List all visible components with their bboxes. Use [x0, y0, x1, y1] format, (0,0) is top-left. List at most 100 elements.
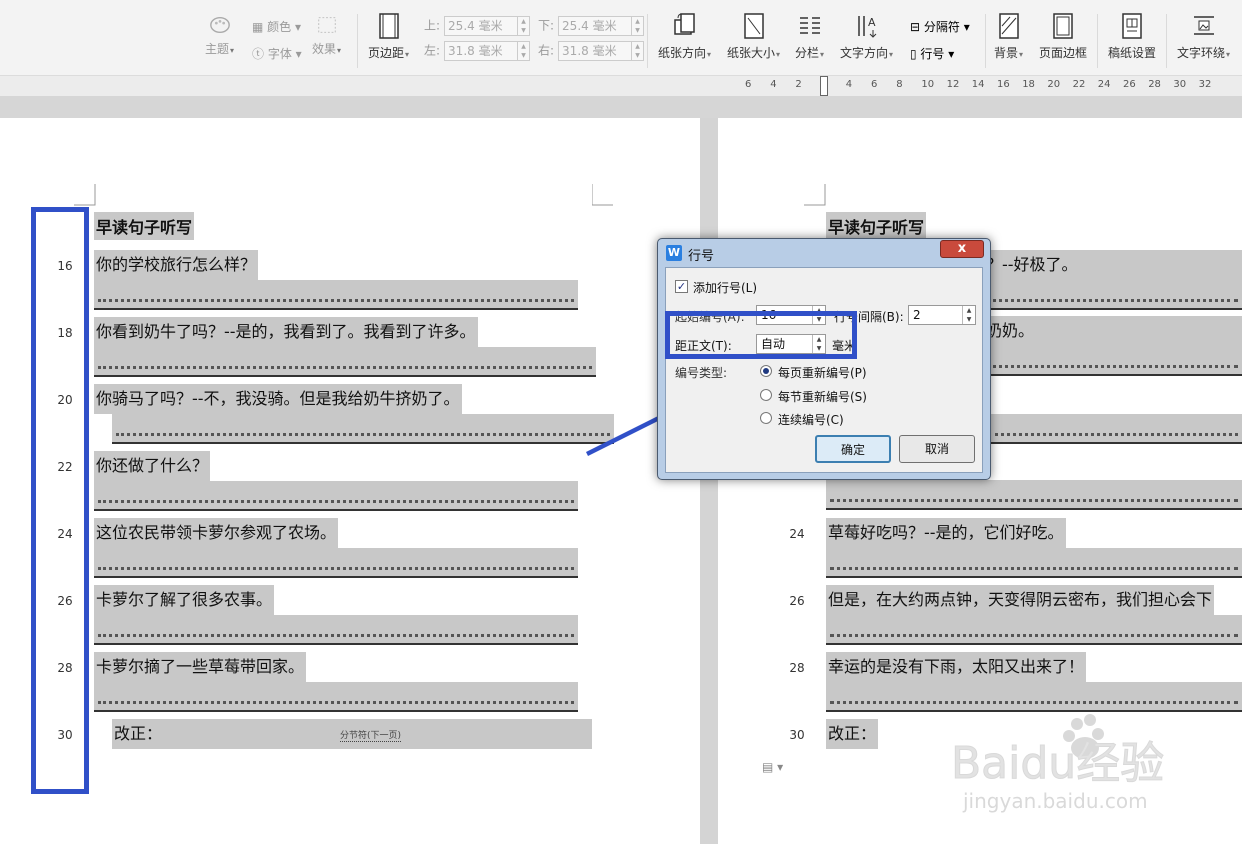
paper-size-icon: [743, 13, 764, 39]
ruler-tick-label: 22: [1072, 79, 1086, 90]
background-label: 背景: [994, 46, 1019, 60]
grid-paper-icon: [1122, 13, 1142, 39]
answer-blank: [826, 548, 1242, 578]
color-label: 颜色: [267, 20, 292, 34]
columns-icon: [799, 17, 820, 34]
dialog-body: ✓ 添加行号(L) 起始编号(A): 16 ▲ ▼ 行号间隔(B): 2 ▲ ▼ 距正文…: [665, 267, 983, 473]
ruler-tick-label: 30: [1173, 79, 1187, 90]
ribbon-divider: [1166, 14, 1167, 68]
background-icon: [998, 13, 1019, 39]
right-margin-value: 31.8 毫米: [562, 44, 617, 58]
continuous-radio[interactable]: [760, 412, 772, 424]
spinner-icon[interactable]: ▲ ▼: [962, 306, 975, 324]
margins-label: 页边距: [368, 46, 405, 60]
cancel-button[interactable]: 取消: [899, 435, 975, 463]
answer-blank: [94, 682, 578, 712]
orientation-icon: [673, 13, 695, 35]
text-direction-button[interactable]: A 文字方向▾: [840, 12, 893, 61]
paper-size-button[interactable]: 纸张大小▾: [727, 12, 780, 61]
restart-section-radio[interactable]: [760, 389, 772, 401]
count-by-value: 2: [913, 308, 921, 322]
sentence-line: 你的学校旅行怎么样？: [94, 250, 259, 280]
sentence-line: 但是，在大约两点钟，天变得阴云密布，我们担心会下: [826, 585, 1215, 615]
answer-blank: [94, 280, 578, 310]
restart-page-label: 每页重新编号(P): [778, 366, 867, 380]
effect-label: 效果: [312, 42, 337, 56]
wps-logo-icon: W: [666, 245, 682, 261]
right-page-title: 早读句子听写: [826, 212, 927, 240]
margins-button[interactable]: 页边距▾: [368, 12, 409, 61]
crop-mark-icon: [592, 184, 613, 206]
top-margin-field[interactable]: 上: 25.4 毫米 ▲ ▼: [424, 16, 531, 36]
effect-button[interactable]: 效果▾: [312, 14, 341, 57]
line-numbers-button[interactable]: ▯ 行号 ▾: [910, 45, 954, 62]
answer-blank: [112, 414, 614, 444]
sentence-line: 改正：: [826, 719, 879, 749]
ribbon-toolbar: 主题▾ ▦ 颜色 ▾ ⓣ 字体 ▾ 效果▾ 页边距▾ 上: 25.4 毫米 ▲ ▼ 下…: [0, 0, 1242, 76]
right-margin-field[interactable]: 右: 31.8 毫米 ▲ ▼: [538, 41, 645, 61]
ribbon-divider: [357, 14, 358, 68]
paste-options-icon[interactable]: ▤ ▾: [762, 760, 783, 774]
close-button[interactable]: x: [940, 240, 984, 258]
font-button[interactable]: ⓣ 字体 ▾: [252, 45, 302, 62]
text-direction-icon: A: [857, 16, 876, 38]
ruler-tick-label: 32: [1198, 79, 1212, 90]
answer-blank: [94, 548, 578, 578]
ruler-tick-label: 14: [971, 79, 985, 90]
left-margin-value: 31.8 毫米: [448, 44, 503, 58]
ruler-tick-label: 28: [1148, 79, 1161, 90]
restart-page-radio[interactable]: [760, 365, 772, 377]
page-border-button[interactable]: 页面边框: [1039, 12, 1087, 61]
svg-text:A: A: [868, 16, 876, 29]
line-number: 24: [789, 527, 805, 541]
page-border-label: 页面边框: [1039, 46, 1088, 60]
bottom-margin-label: 下:: [538, 18, 555, 33]
columns-button[interactable]: 分栏▾: [795, 12, 824, 61]
effect-icon: [317, 17, 336, 33]
add-line-numbers-checkbox[interactable]: ✓: [675, 280, 688, 293]
ruler-tick-label: 24: [1097, 79, 1111, 90]
text-wrap-icon: [1193, 16, 1214, 35]
crop-mark-icon: [74, 184, 96, 206]
background-button[interactable]: 背景▾: [994, 12, 1023, 61]
separator-button[interactable]: ⊟ 分隔符 ▾: [910, 18, 970, 35]
right-margin-label: 右:: [538, 43, 555, 58]
answer-blank: [984, 414, 1242, 444]
theme-label: 主题: [205, 42, 230, 56]
spinner-icon: ▲ ▼: [631, 42, 643, 60]
continuous-label: 连续编号(C): [778, 413, 844, 427]
ruler-tick-label: 26: [1123, 79, 1136, 90]
numbering-label: 编号类型:: [675, 366, 728, 380]
bottom-margin-field[interactable]: 下: 25.4 毫米 ▲ ▼: [538, 16, 645, 36]
page-break-icon: ⊟: [910, 20, 924, 34]
paper-size-label: 纸张大小: [727, 46, 776, 60]
sentence-line: 草莓好吃吗？--是的，它们好吃。: [826, 518, 1066, 548]
ribbon-divider: [1097, 14, 1098, 68]
restart-section-label: 每节重新编号(S): [778, 390, 867, 404]
line-number: 28: [789, 661, 805, 675]
line-number: 26: [789, 594, 805, 608]
indent-marker-icon[interactable]: [820, 76, 828, 96]
ribbon-divider: [647, 14, 648, 68]
ruler-tick-label: 10: [921, 79, 935, 90]
text-direction-label: 文字方向: [840, 46, 889, 60]
sentence-line: 卡萝尔摘了一些草莓带回家。: [94, 652, 307, 682]
ribbon-divider: [985, 14, 986, 68]
left-margin-field[interactable]: 左: 31.8 毫米 ▲ ▼: [424, 41, 531, 61]
count-by-input[interactable]: 2 ▲ ▼: [908, 305, 976, 325]
sentence-line: 幸运的是没有下雨，太阳又出来了！: [826, 652, 1087, 682]
horizontal-ruler[interactable]: 6422468101214161820222426283032: [0, 76, 1242, 96]
ruler-tick-label: 6: [871, 79, 878, 90]
font-icon: ⓣ: [252, 47, 268, 61]
sentence-line: 卡萝尔了解了很多农事。: [94, 585, 275, 615]
theme-button[interactable]: 主题▾: [205, 14, 234, 57]
page-border-icon: [1053, 13, 1073, 39]
grid-paper-label: 稿纸设置: [1108, 46, 1157, 60]
dialog-titlebar[interactable]: W 行号 x: [658, 239, 990, 265]
line-numbers-label: 行号: [920, 47, 945, 61]
orientation-button[interactable]: 纸张方向▾: [658, 12, 711, 61]
color-button[interactable]: ▦ 颜色 ▾: [252, 18, 301, 35]
ok-button[interactable]: 确定: [815, 435, 891, 463]
text-wrap-button[interactable]: 文字环绕▾: [1177, 12, 1230, 61]
grid-paper-button[interactable]: 稿纸设置: [1108, 12, 1156, 61]
